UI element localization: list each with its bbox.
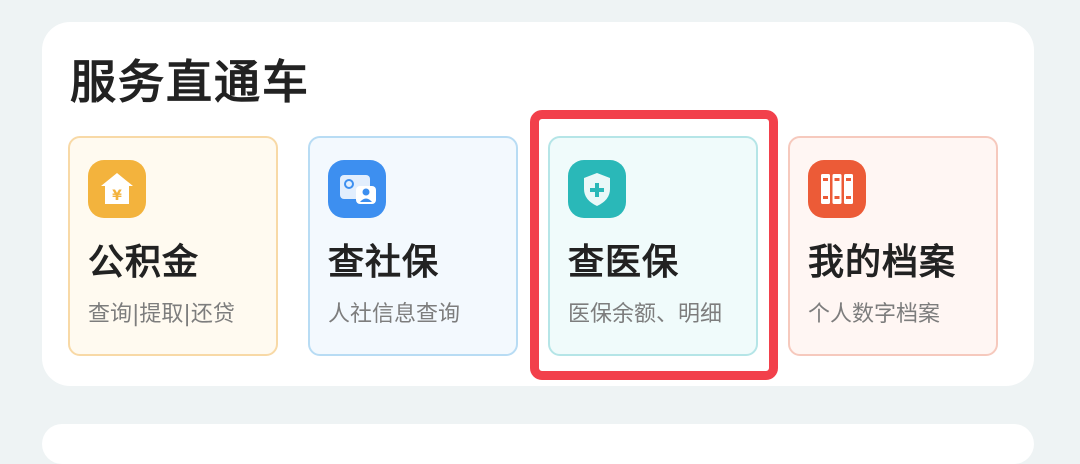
next-section-panel [42, 424, 1034, 464]
card-title: 公积金 [88, 242, 200, 283]
card-subtitle: 个人数字档案 [808, 302, 941, 327]
card-title: 查医保 [568, 242, 680, 283]
card-title: 我的档案 [808, 242, 957, 283]
card-title: 查社保 [328, 242, 440, 283]
svg-text:¥: ¥ [112, 188, 122, 204]
card-social-security[interactable]: 查社保 人社信息查询 [308, 136, 518, 356]
medical-shield-icon [568, 160, 626, 218]
section-title: 服务直通车 [70, 55, 310, 109]
card-subtitle: 医保余额、明细 [568, 302, 723, 327]
archive-folders-icon [808, 160, 866, 218]
card-my-archive[interactable]: 我的档案 个人数字档案 [788, 136, 998, 356]
housing-fund-icon: ¥ [88, 160, 146, 218]
card-housing-fund[interactable]: ¥ 公积金 查询|提取|还贷 [68, 136, 278, 356]
card-subtitle: 查询|提取|还贷 [88, 302, 235, 327]
card-medical-insurance[interactable]: 查医保 医保余额、明细 [548, 136, 758, 356]
card-subtitle: 人社信息查询 [328, 302, 461, 327]
social-security-card-icon [328, 160, 386, 218]
